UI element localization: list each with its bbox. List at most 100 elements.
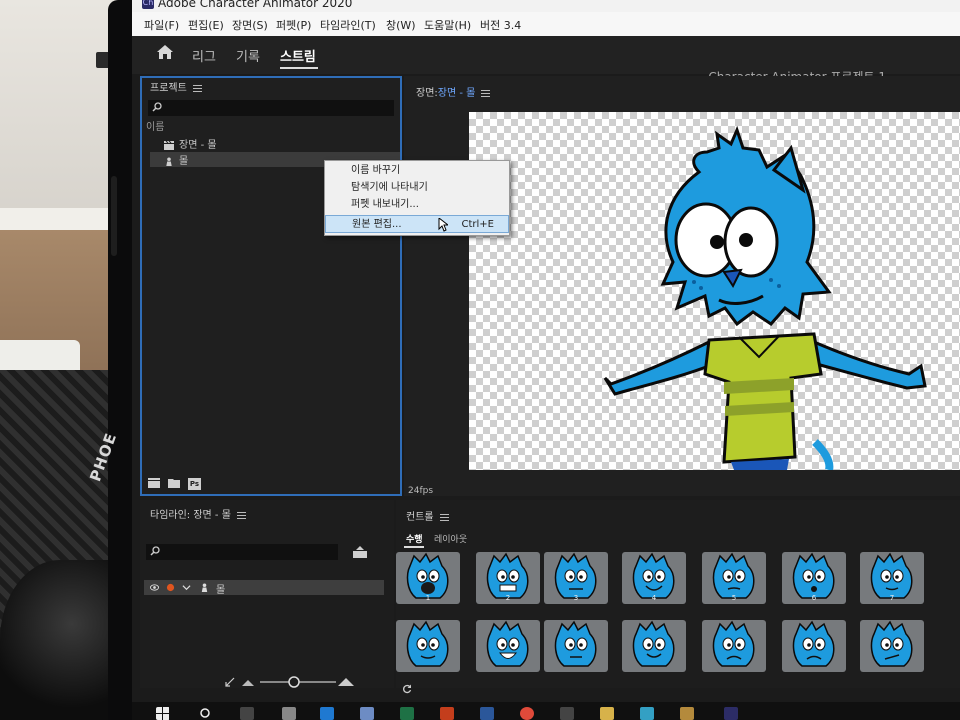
home-icon[interactable]	[156, 44, 174, 60]
context-item-label: 퍼펫 내보내기...	[351, 199, 419, 210]
trigger-thumbnail[interactable]: 3	[544, 552, 608, 604]
workspace-bar: 리그 기록 스트림 Character Animator 프로젝트 1	[132, 36, 960, 84]
refresh-icon[interactable]	[402, 684, 412, 694]
window-titlebar: Ch Adobe Character Animator 2020	[132, 0, 960, 12]
context-item-export-puppet[interactable]: 퍼펫 내보내기...	[325, 196, 509, 214]
trigger-thumbnail[interactable]	[782, 620, 846, 672]
trigger-thumbnail[interactable]	[476, 620, 540, 672]
trigger-thumbnail[interactable]	[622, 620, 686, 672]
timeline-title: 타임라인: 장면 - 몰	[150, 510, 231, 521]
menu-bar: 파일(F) 편집(E) 장면(S) 퍼펫(P) 타임라인(T) 창(W) 도움말…	[132, 12, 960, 36]
excel-icon[interactable]	[400, 707, 414, 720]
task-view-icon[interactable]	[240, 707, 254, 720]
panel-menu-icon[interactable]	[236, 511, 246, 519]
column-header-name: 이름	[146, 122, 165, 133]
chevron-down-icon[interactable]	[182, 583, 191, 592]
app-taskbar-icon[interactable]	[640, 707, 654, 720]
menu-file[interactable]: 파일(F)	[144, 17, 179, 33]
context-menu: 이름 바꾸기 탐색기에 나타내기 퍼펫 내보내기... 원본 편집... Ctr…	[324, 160, 510, 236]
scene-clapper-icon[interactable]	[148, 478, 160, 488]
trigger-thumbnail[interactable]	[860, 620, 924, 672]
controls-panel-header: 컨트롤	[406, 508, 449, 523]
menu-puppet[interactable]: 퍼펫(P)	[276, 17, 311, 33]
trigger-thumbnail[interactable]	[396, 620, 460, 672]
context-item-rename[interactable]: 이름 바꾸기	[325, 162, 509, 180]
scene-icon	[164, 140, 174, 150]
mail-icon[interactable]	[320, 707, 334, 720]
windows-start-icon[interactable]	[156, 707, 170, 720]
app-taskbar-icon[interactable]	[680, 707, 694, 720]
photoshop-icon[interactable]: Ps	[188, 478, 201, 490]
trigger-thumbnail[interactable]	[544, 620, 608, 672]
panel-menu-icon[interactable]	[192, 84, 202, 92]
tab-rig[interactable]: 리그	[192, 46, 216, 65]
search-icon	[150, 546, 160, 556]
context-item-edit-original[interactable]: 원본 편집... Ctrl+E	[325, 215, 509, 233]
background-wall	[0, 0, 120, 230]
project-panel-footer: Ps	[148, 476, 228, 490]
trigger-thumbnail[interactable]: 5	[702, 552, 766, 604]
search-icon[interactable]	[198, 707, 212, 720]
project-panel: 프로젝트 이름 장면 - 몰 몰 Ps	[140, 76, 402, 496]
mouse-cursor-icon	[438, 218, 448, 232]
trigger-thumbnail[interactable]: 7	[860, 552, 924, 604]
calculator-icon[interactable]	[360, 707, 374, 720]
windows-taskbar	[132, 702, 960, 720]
tab-stream[interactable]: 스트림	[280, 46, 316, 65]
puppet-icon	[201, 583, 208, 592]
context-item-label: 탐색기에 나타내기	[351, 182, 428, 193]
file-explorer-icon[interactable]	[600, 707, 614, 720]
trigger-number: 4	[651, 594, 657, 602]
menu-scene[interactable]: 장면(S)	[232, 17, 268, 33]
monitor-screen: Ch Adobe Character Animator 2020 파일(F) 편…	[132, 0, 960, 720]
app-taskbar-icon[interactable]	[560, 707, 574, 720]
trigger-number: 1	[425, 594, 431, 602]
scene-canvas[interactable]	[469, 112, 960, 470]
window-title: Adobe Character Animator 2020	[158, 0, 353, 10]
app-logo-icon: Ch	[142, 0, 154, 9]
trigger-thumbnail[interactable]: 1	[396, 552, 460, 604]
project-search-input[interactable]	[148, 100, 394, 116]
active-tab-indicator	[280, 67, 318, 69]
trigger-thumbnail[interactable]	[702, 620, 766, 672]
trigger-thumbnail[interactable]: 4	[622, 552, 686, 604]
project-panel-title: 프로젝트	[150, 83, 187, 94]
tab-layout[interactable]: 레이아웃	[434, 532, 467, 545]
character-puppet	[603, 125, 927, 470]
context-item-reveal-in-explorer[interactable]: 탐색기에 나타내기	[325, 179, 509, 197]
scene-panel-header: 장면:장면 - 몰	[416, 84, 491, 99]
context-item-label: 원본 편집...	[352, 219, 402, 230]
panel-menu-icon[interactable]	[481, 89, 491, 97]
menu-help[interactable]: 도움말(H)	[424, 17, 471, 33]
folder-icon[interactable]	[168, 478, 180, 488]
menu-window[interactable]: 창(W)	[386, 17, 416, 33]
trigger-thumbnail[interactable]: 6	[782, 552, 846, 604]
menu-version[interactable]: 버전 3.4	[480, 17, 521, 33]
record-arm-icon[interactable]	[166, 583, 175, 592]
word-icon[interactable]	[480, 707, 494, 720]
timeline-panel-header: 타임라인: 장면 - 몰	[150, 506, 246, 521]
chrome-icon[interactable]	[520, 707, 534, 720]
timeline-search-input[interactable]	[146, 544, 338, 560]
trigger-number: 2	[505, 594, 511, 602]
eye-icon[interactable]	[150, 583, 159, 592]
trigger-thumbnail[interactable]: 2	[476, 552, 540, 604]
tripod-knob	[0, 560, 120, 720]
timeline-panel: 타임라인: 장면 - 몰 몰	[140, 500, 394, 688]
panel-menu-icon[interactable]	[439, 513, 449, 521]
context-item-shortcut: Ctrl+E	[461, 219, 495, 230]
powerpoint-icon[interactable]	[440, 707, 454, 720]
project-item-label: 몰	[179, 156, 189, 167]
tab-perform[interactable]: 수행	[406, 532, 423, 545]
timeline-zoom-slider[interactable]	[224, 674, 356, 688]
character-animator-icon[interactable]	[724, 707, 738, 720]
monitor-side-button	[111, 176, 117, 256]
app-taskbar-icon[interactable]	[282, 707, 296, 720]
tab-record[interactable]: 기록	[236, 46, 260, 65]
add-track-icon[interactable]	[352, 546, 368, 558]
timeline-track-row[interactable]: 몰	[144, 580, 384, 596]
trigger-number: 3	[573, 594, 579, 602]
menu-edit[interactable]: 편집(E)	[188, 17, 224, 33]
menu-timeline[interactable]: 타임라인(T)	[320, 17, 376, 33]
project-item-scene[interactable]: 장면 - 몰	[164, 136, 217, 151]
